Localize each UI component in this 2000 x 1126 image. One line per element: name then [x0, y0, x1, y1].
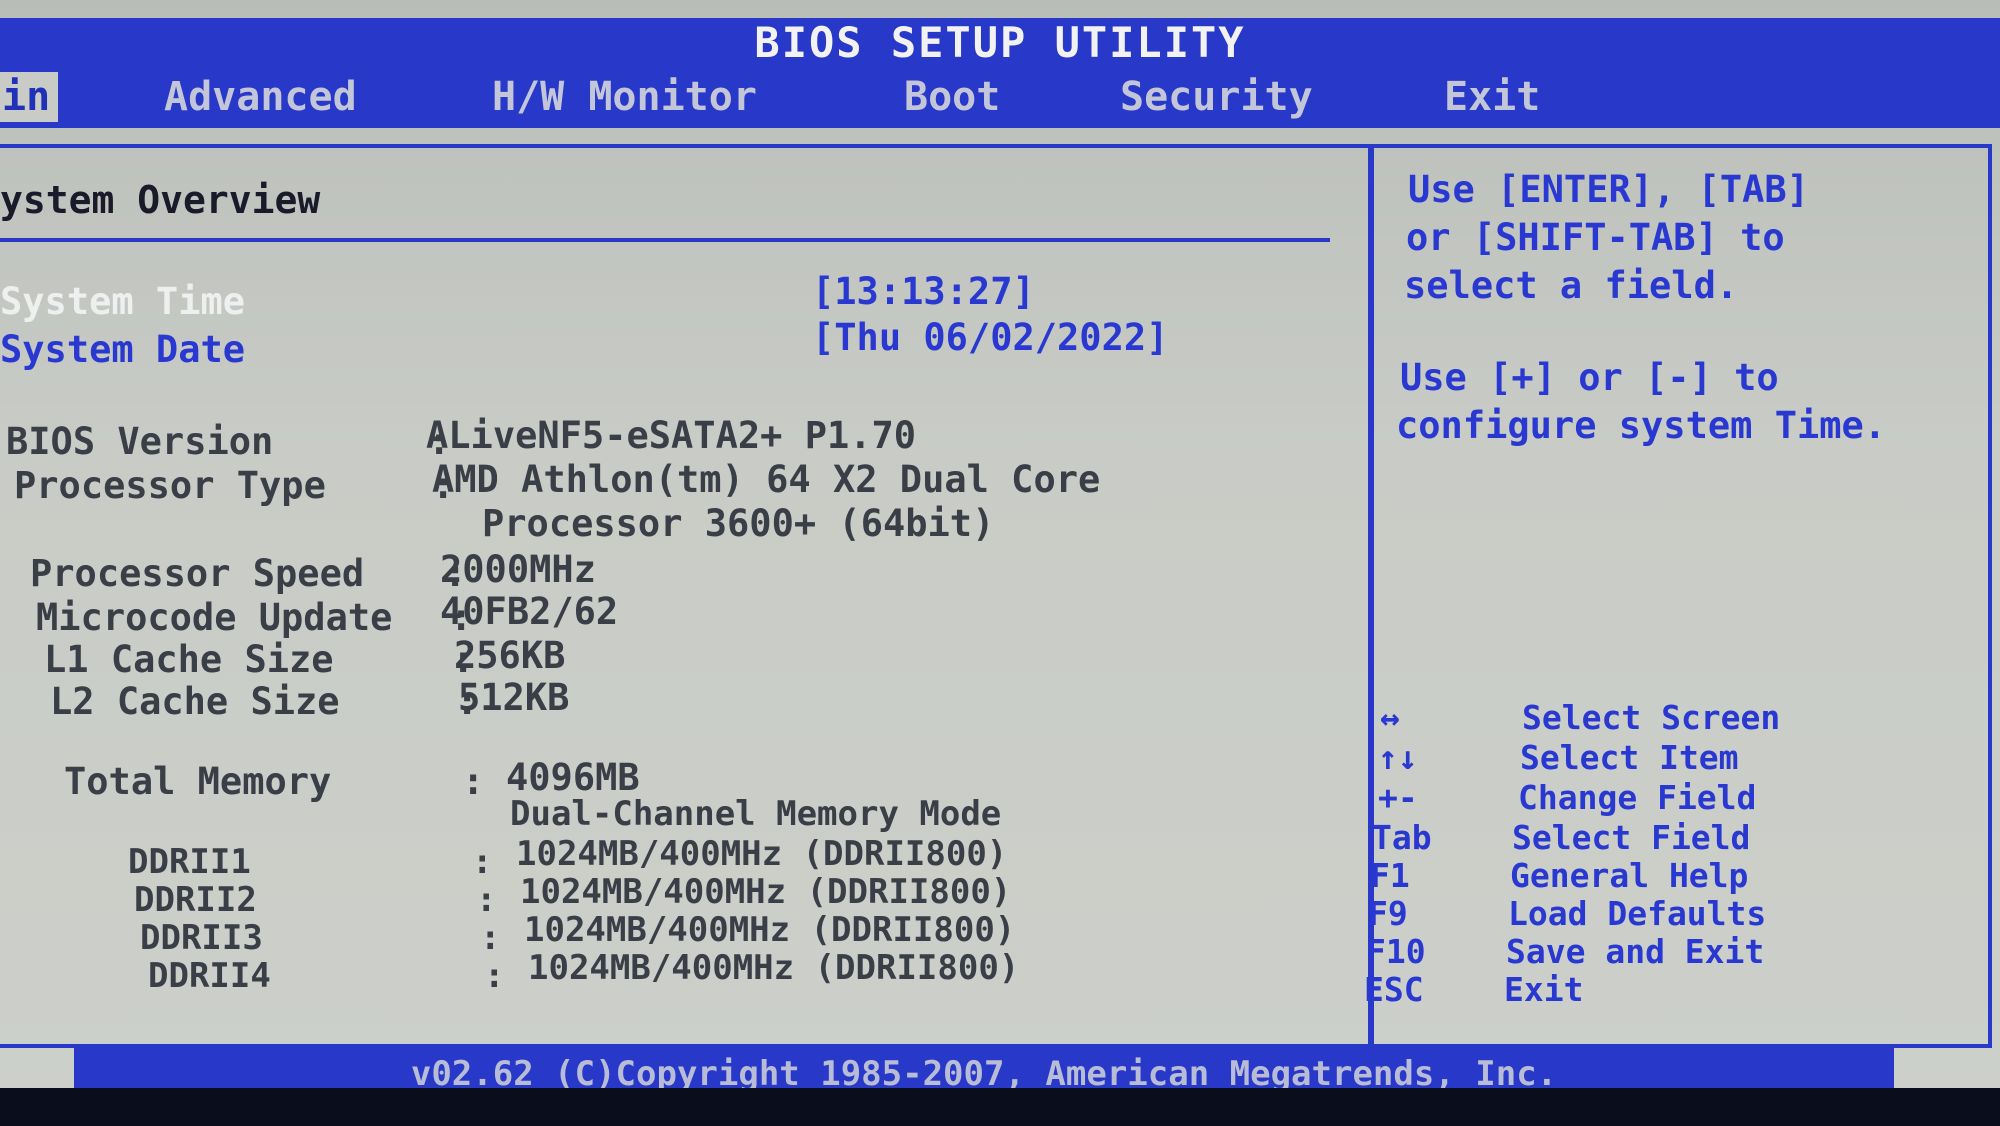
key-label: F1: [1370, 856, 1410, 895]
ddrii3-value: 1024MB/400MHz (DDRII800): [524, 910, 1016, 950]
key-desc: Change Field: [1518, 778, 1757, 817]
total-memory-label: Total Memory: [64, 760, 332, 803]
ddrii1-value: 1024MB/400MHz (DDRII800): [516, 834, 1008, 874]
ddrii3-label: DDRII3: [140, 918, 263, 958]
tab-hw-monitor[interactable]: H/W Monitor: [492, 72, 757, 122]
help-gap: [1400, 310, 1960, 354]
colon: :: [462, 760, 485, 803]
help-line: or [SHIFT-TAB] to: [1406, 216, 1785, 259]
memory-mode: Dual-Channel Memory Mode: [510, 794, 1002, 834]
key-desc: Save and Exit: [1506, 932, 1765, 971]
key-label: F10: [1366, 932, 1426, 971]
key-desc: Load Defaults: [1508, 894, 1767, 933]
key-label: +-: [1378, 778, 1418, 817]
colon: :: [472, 842, 493, 882]
tab-advanced[interactable]: Advanced: [164, 72, 357, 122]
section-title: ystem Overview: [0, 178, 321, 222]
help-line: configure system Time.: [1396, 404, 1887, 447]
ddrii2-label: DDRII2: [134, 880, 257, 920]
colon: :: [432, 464, 455, 507]
key-label: F9: [1368, 894, 1408, 933]
tab-security[interactable]: Security: [1120, 72, 1313, 122]
system-date-label: System Date: [0, 328, 246, 371]
ddrii2-value: 1024MB/400MHz (DDRII800): [520, 872, 1012, 912]
colon: :: [476, 880, 497, 920]
processor-speed-label: Processor Speed: [30, 552, 365, 595]
l1-cache-label: L1 Cache Size: [44, 638, 334, 681]
help-line: select a field.: [1404, 264, 1739, 307]
menu-bar: in Advanced H/W Monitor Boot Security Ex…: [0, 66, 2000, 128]
key-desc: Select Field: [1512, 818, 1751, 857]
up-down-arrow-icon: ↑↓: [1378, 738, 1418, 777]
tab-main[interactable]: in: [0, 72, 58, 122]
key-desc: Select Screen: [1522, 698, 1781, 737]
ddrii4-label: DDRII4: [148, 956, 271, 996]
bios-version-value: ALiveNF5-eSATA2+ P1.70: [426, 414, 917, 457]
colon: :: [452, 638, 475, 681]
processor-type-value: AMD Athlon(tm) 64 X2 Dual Core: [432, 458, 1101, 501]
key-label: ESC: [1364, 970, 1424, 1009]
microcode-update-label: Microcode Update: [36, 596, 393, 639]
colon: :: [428, 420, 451, 463]
colon: :: [484, 956, 505, 996]
help-line: Use [+] or [-] to: [1400, 356, 1779, 399]
processor-type-value-2: Processor 3600+ (64bit): [482, 502, 995, 545]
l2-cache-label: L2 Cache Size: [50, 680, 340, 723]
system-time-field[interactable]: [13:13:27]: [812, 270, 1035, 313]
tab-exit[interactable]: Exit: [1444, 72, 1540, 122]
left-right-arrow-icon: ↔: [1380, 698, 1400, 737]
key-label: Tab: [1372, 818, 1432, 857]
help-line: Use [ENTER], [TAB]: [1408, 168, 1809, 211]
bios-version-label: BIOS Version: [6, 420, 274, 463]
key-desc: Exit: [1504, 970, 1584, 1009]
section-rule: [0, 238, 1330, 242]
tab-boot[interactable]: Boot: [904, 72, 1000, 122]
screen-bezel: [0, 1088, 2000, 1126]
help-panel: Use [ENTER], [TAB] or [SHIFT-TAB] to sel…: [1396, 166, 1960, 450]
bios-title: BIOS SETUP UTILITY: [0, 18, 2000, 67]
total-memory-value: 4096MB: [506, 756, 640, 799]
processor-type-label: Processor Type: [14, 464, 326, 507]
ddrii4-value: 1024MB/400MHz (DDRII800): [528, 948, 1020, 988]
colon: :: [480, 918, 501, 958]
colon: :: [444, 552, 467, 595]
ddrii1-label: DDRII1: [128, 842, 251, 882]
key-desc: General Help: [1510, 856, 1749, 895]
system-time-label: System Time: [0, 280, 246, 323]
colon: :: [450, 596, 473, 639]
colon: :: [456, 680, 479, 723]
bios-screen: BIOS SETUP UTILITY in Advanced H/W Monit…: [0, 0, 2000, 1126]
system-date-field[interactable]: [Thu 06/02/2022]: [812, 316, 1168, 359]
key-desc: Select Item: [1520, 738, 1739, 777]
